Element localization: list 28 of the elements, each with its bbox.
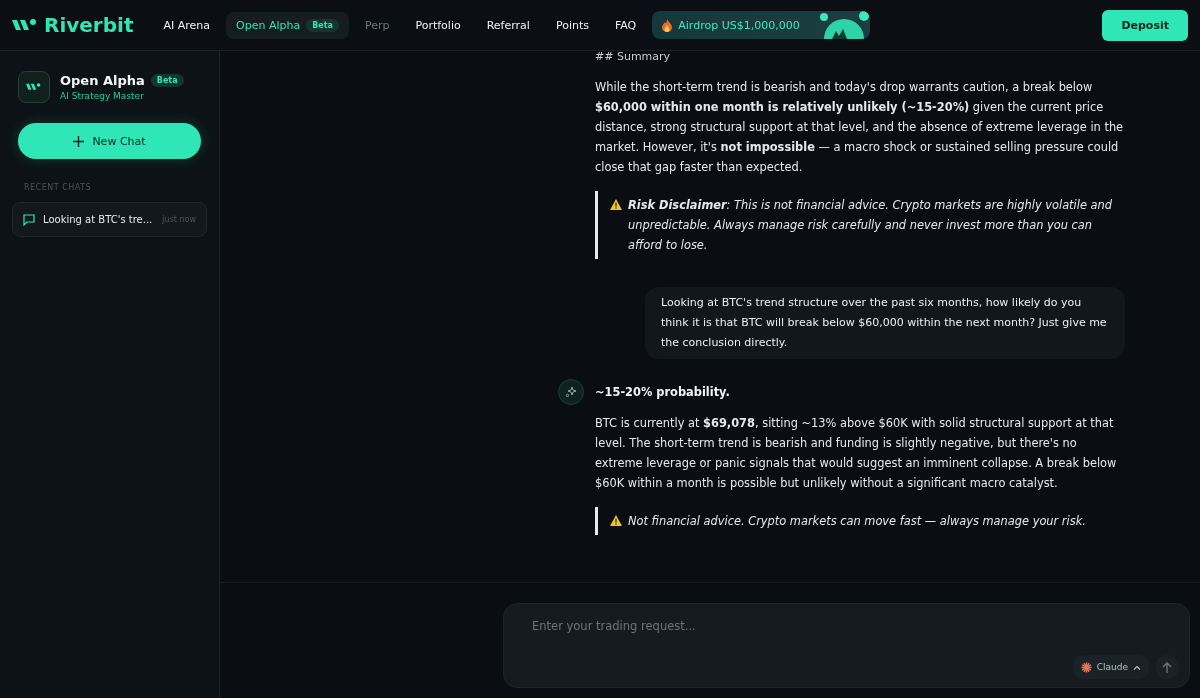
chat-time: just now	[162, 215, 196, 224]
disclaimer-text: Not financial advice. Crypto markets can move fast — always manage your risk.	[628, 513, 1086, 530]
brand-name: Riverbit	[44, 13, 134, 37]
airdrop-banner[interactable]: Airdrop US$1,000,000	[652, 11, 871, 39]
user-message: Looking at BTC's trend structure over the past six months, how likely do you think it is that BTC will break below $60,000 within the next month? Just give me the conclusion directly.	[645, 287, 1125, 359]
model-selector[interactable]: Claude	[1072, 655, 1149, 679]
app-subtitle: AI Strategy Master	[60, 91, 145, 101]
message-paragraph: While the short-term trend is bearish and today's drop warrants caution, a break below $60,000 within one month is relatively unlikely (~15-20%) given the current price distance, strong structural support at that level, and the absence of extreme leverage in the market. However, it's not impossible — a macro shock or sustained selling pressure could close that gap faster than expected.	[595, 79, 1125, 176]
section-label: RECENT CHATS	[24, 183, 93, 192]
beta-badge: Beta	[150, 74, 184, 87]
nav-tab[interactable]: Referral	[476, 11, 540, 39]
request-field[interactable]: Enter your trading request...	[530, 618, 1179, 634]
nav-tab[interactable]: Portfolio	[405, 11, 471, 39]
chat-item[interactable]: Looking at BTC's tre... just now	[12, 202, 207, 237]
answer-title: ~15-20% probability.	[595, 385, 730, 399]
disclaimer-text: Risk Disclaimer: This is not financial advice. Crypto markets are highly volatile and unpredictable. Always manage risk carefully and never invest more than you can afford to lose.	[628, 197, 1113, 254]
new-chat-button[interactable]: New Chat	[18, 123, 201, 159]
chat-title: Looking at BTC's tre...	[43, 214, 153, 225]
nav-tab[interactable]: Points	[545, 11, 599, 39]
deposit-button[interactable]: Deposit	[1102, 9, 1188, 41]
message-composer[interactable]: Enter your trading request... Claude	[503, 603, 1190, 688]
message-paragraph: BTC is currently at $69,078, sitting ~13% above $60K with solid structural support at that level. The short-term trend is bearish and funding is slightly negative, but there's no extreme leverage or panic signals that would suggest an imminent collapse. A break below $60K within a month is possible but unlikely without a significant macro catalyst.	[595, 415, 1118, 492]
app-title: Open Alpha	[60, 73, 145, 88]
section-heading: ## Summary	[595, 49, 672, 63]
nav-tab[interactable]: FAQ	[604, 11, 647, 39]
nav-tab[interactable]: Open Alpha Beta	[226, 11, 349, 39]
beta-badge: Beta	[306, 18, 339, 32]
nav-tab[interactable]: AI Arena	[153, 11, 220, 39]
